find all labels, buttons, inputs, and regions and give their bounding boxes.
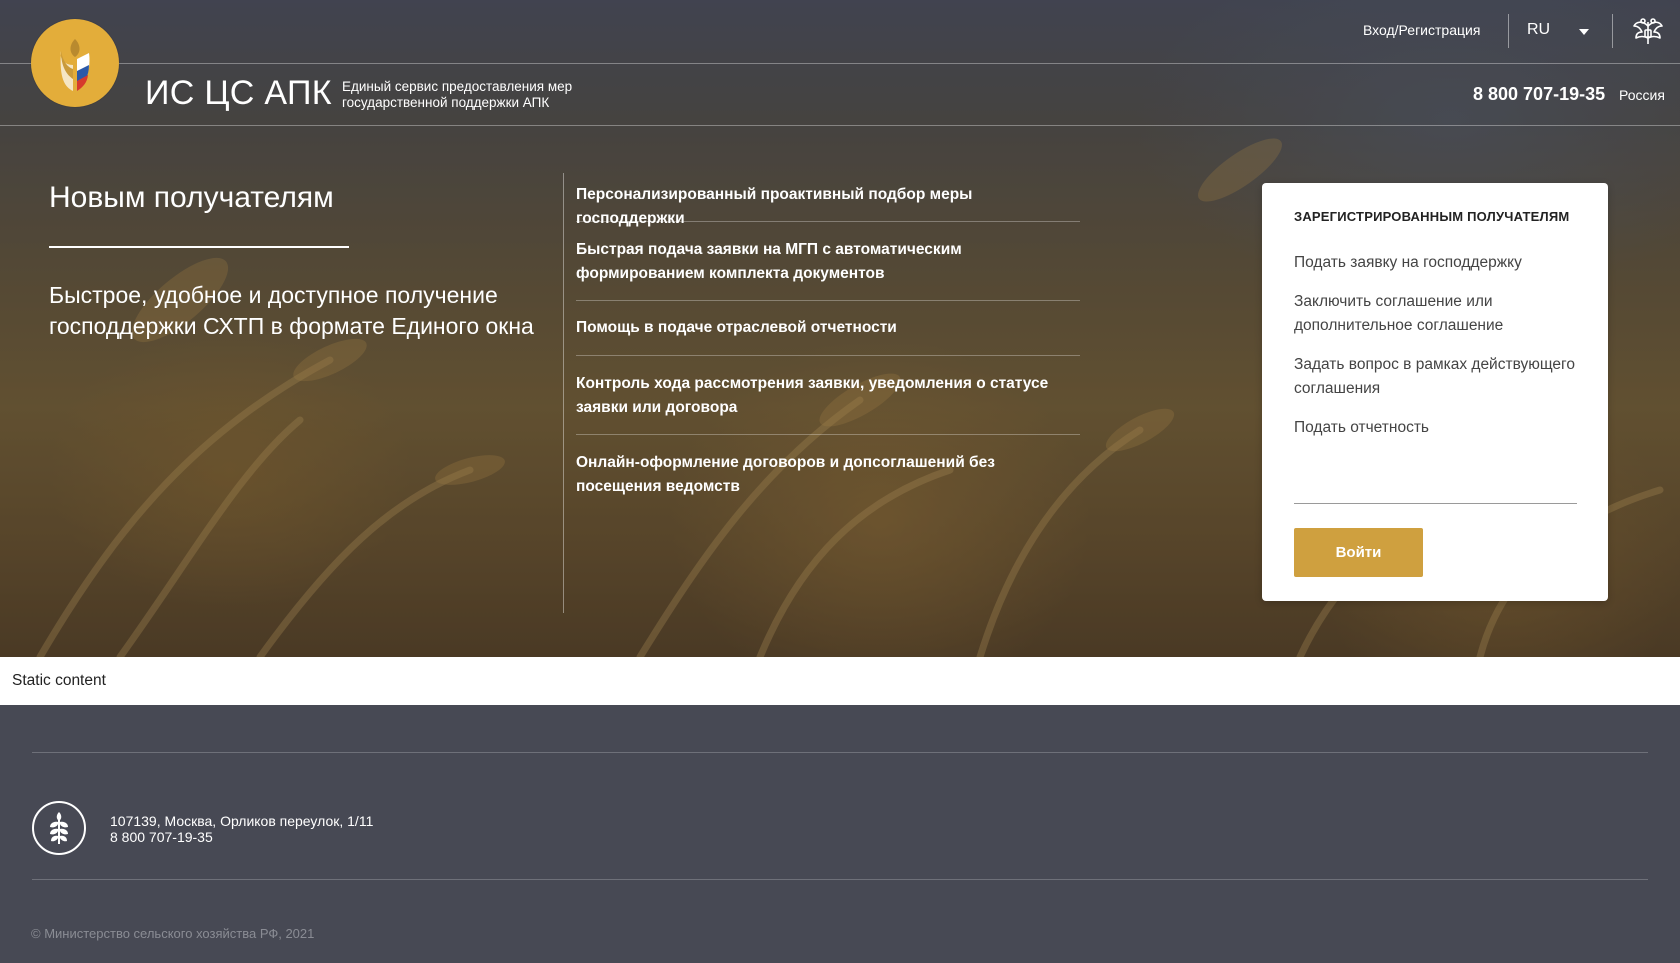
topbar-separator [1612,14,1613,48]
brand-title: ИС ЦС АПК [145,74,332,112]
card-link-question[interactable]: Задать вопрос в рамках действующего согл… [1294,353,1584,401]
footer-copyright: © Министерство сельского хозяйства РФ, 2… [31,926,315,941]
footer-phone[interactable]: 8 800 707-19-35 [110,829,373,845]
footer-divider-top [32,752,1648,753]
region-selector[interactable]: Россия [1619,87,1665,103]
footer-divider-bottom [32,879,1648,880]
header-phone[interactable]: 8 800 707-19-35 [1473,84,1605,105]
card-link-agreement[interactable]: Заключить соглашение или дополнительное … [1294,290,1584,338]
brand-subtitle: Единый сервис предоставления мер государ… [342,79,573,110]
footer-contacts: 107139, Москва, Орликов переулок, 1/11 8… [110,813,373,845]
caret-down-icon[interactable] [1579,29,1589,35]
static-content-text: Static content [12,672,106,689]
header-divider [0,125,1680,126]
card-divider [1294,503,1577,504]
feature-item: Персонализированный проактивный подбор м… [576,174,1080,227]
topbar-separator [1508,14,1509,48]
login-register-link[interactable]: Вход/Регистрация [1363,22,1480,38]
card-link-apply[interactable]: Подать заявку на господдержку [1294,251,1584,275]
static-content-strip: Static content [0,657,1680,705]
topbar-divider [0,63,1680,64]
login-button[interactable]: Войти [1294,528,1423,577]
card-links: Подать заявку на господдержку Заключить … [1294,251,1584,455]
registered-recipients-card: ЗАРЕГИСТРИРОВАННЫМ ПОЛУЧАТЕЛЯМ Подать за… [1262,183,1608,601]
card-link-report[interactable]: Подать отчетность [1294,416,1584,440]
language-selector[interactable]: RU [1527,21,1550,39]
wheat-logo-icon[interactable] [31,19,119,107]
feature-item: Быстрая подача заявки на МГП с автоматич… [576,222,1080,301]
feature-item: Помощь в подаче отраслевой отчетности [576,301,1080,356]
feature-item: Онлайн-оформление договоров и допсоглаше… [576,454,995,495]
features-list: Персонализированный проактивный подбор м… [576,174,1080,513]
card-title: ЗАРЕГИСТРИРОВАННЫМ ПОЛУЧАТЕЛЯМ [1294,209,1570,224]
feature-item: Контроль хода рассмотрения заявки, уведо… [576,356,1080,435]
footer-address: 107139, Москва, Орликов переулок, 1/11 [110,813,374,829]
features-divider [563,173,564,613]
wheat-circle-icon [32,801,86,855]
title-underline [49,246,349,248]
new-recipients-description: Быстрое, удобное и доступное получение г… [49,282,534,339]
double-headed-eagle-icon [1633,18,1663,44]
new-recipients-title: Новым получателям [49,181,334,214]
